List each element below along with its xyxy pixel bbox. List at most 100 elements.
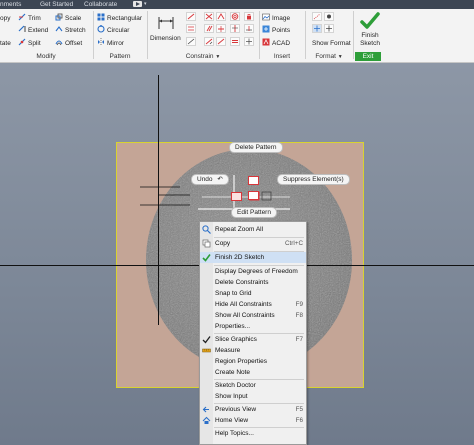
vertical-constraint-icon[interactable]	[216, 24, 226, 33]
menu-item-label: Previous View	[215, 406, 257, 413]
edit-pattern-button[interactable]: Edit Pattern	[231, 207, 277, 218]
lock-constraint-icon[interactable]	[244, 12, 254, 21]
menu-item-label: Show Input	[215, 393, 248, 400]
tab-collaborate[interactable]: Collaborate	[84, 0, 117, 9]
tab-get-started[interactable]: Get Started	[40, 0, 73, 9]
menu-item-label: Snap to Grid	[215, 290, 252, 297]
menu-item-repeat-zoom-all[interactable]: Repeat Zoom All	[200, 224, 306, 235]
stretch-button[interactable]: Stretch	[55, 25, 86, 36]
center-point-icon[interactable]	[324, 12, 334, 21]
menu-item-finish-2d-sketch[interactable]: Finish 2D Sketch	[200, 252, 306, 263]
equal-constraint-icon[interactable]	[230, 37, 240, 46]
mirror-label: Mirror	[107, 40, 124, 47]
smooth-constraint-icon[interactable]	[230, 12, 240, 21]
show-format-button[interactable]: Show Format	[312, 38, 351, 49]
construction-icon[interactable]	[312, 12, 322, 21]
menu-item-label: Show All Constraints	[215, 312, 275, 319]
format-label: Format	[315, 53, 336, 60]
offset-button[interactable]: Offset	[55, 38, 82, 49]
menu-item-show-input[interactable]: Show Input	[200, 391, 306, 402]
menu-item-label: Help Topics...	[215, 430, 254, 437]
perpendicular-constraint-icon[interactable]	[204, 37, 214, 46]
menu-item-snap-to-grid[interactable]: Snap to Grid	[200, 288, 306, 299]
mirror-button[interactable]: Mirror	[97, 38, 124, 49]
centerline-icon[interactable]	[312, 24, 322, 33]
format-panel-label[interactable]: Format ▼	[306, 52, 352, 61]
pattern-element-marker[interactable]	[248, 176, 259, 185]
symmetric-constraint-icon[interactable]	[230, 24, 240, 33]
stretch-label: Stretch	[65, 27, 86, 34]
context-menu: Repeat Zoom All Copy Ctrl+C Finish 2D Sk…	[199, 221, 307, 445]
fix-constraint-icon[interactable]	[204, 12, 214, 21]
title-bar: nments Get Started Collaborate ▾	[0, 0, 474, 9]
menu-item-properties[interactable]: Properties...	[200, 321, 306, 332]
insert-acad-button[interactable]: ACAD	[262, 38, 290, 49]
home-icon	[202, 416, 211, 424]
split-button[interactable]: Split	[18, 38, 41, 49]
points-label: Points	[272, 27, 291, 34]
coincident-constraint-icon[interactable]	[186, 12, 196, 21]
panel-divider	[353, 11, 354, 59]
dimension-label: Dimension	[150, 35, 181, 42]
constrain-panel-label[interactable]: Constrain ▼	[148, 52, 258, 61]
points-icon	[262, 25, 270, 33]
trim-button[interactable]: Trim	[18, 13, 41, 24]
show-constraints-icon[interactable]	[244, 24, 254, 33]
insert-image-button[interactable]: Image	[262, 13, 290, 24]
rectangular-pattern-button[interactable]: Rectangular	[97, 13, 142, 24]
scale-label: Scale	[65, 15, 82, 22]
copy-button[interactable]: opy	[0, 13, 10, 24]
suppress-elements-button[interactable]: Suppress Element(s)	[277, 174, 350, 185]
offset-label: Offset	[65, 40, 83, 47]
chevron-down-icon[interactable]: ▾	[144, 0, 147, 9]
scale-button[interactable]: Scale	[55, 13, 81, 24]
pattern-element-marker[interactable]	[248, 191, 259, 200]
insert-points-button[interactable]: Points	[262, 25, 290, 36]
menu-item-previous-view[interactable]: Previous View F5	[200, 404, 306, 415]
constraint-settings-icon[interactable]	[244, 37, 254, 46]
menu-item-slice-graphics[interactable]: Slice Graphics F7	[200, 334, 306, 345]
dimension-button[interactable]: Dimension	[149, 13, 183, 47]
menu-item-help-topics[interactable]: Help Topics...	[200, 428, 306, 439]
delete-pattern-button[interactable]: Delete Pattern	[229, 142, 283, 153]
exit-panel-label: Exit	[355, 52, 381, 61]
menu-item-sketch-doctor[interactable]: Sketch Doctor	[200, 380, 306, 391]
menu-item-show-all-constraints[interactable]: Show All Constraints F8	[200, 310, 306, 321]
split-label: Split	[28, 40, 41, 47]
menu-item-measure[interactable]: Measure	[200, 345, 306, 356]
undo-button[interactable]: Undo ↶	[191, 174, 229, 185]
video-camera-icon[interactable]	[133, 1, 142, 7]
stretch-icon	[55, 26, 63, 32]
menu-item-home-view[interactable]: Home View F6	[200, 415, 306, 426]
driven-dimension-icon[interactable]	[324, 24, 334, 33]
menu-item-create-note[interactable]: Create Note	[200, 367, 306, 378]
constrain-label: Constrain	[185, 53, 214, 60]
menu-item-delete-constraints[interactable]: Delete Constraints	[200, 277, 306, 288]
undo-icon: ↶	[217, 176, 223, 183]
menu-item-label: Delete Constraints	[215, 279, 269, 286]
collinear-constraint-icon[interactable]	[186, 24, 196, 33]
extend-button[interactable]: Extend	[18, 25, 48, 36]
menu-item-label: Repeat Zoom All	[215, 226, 264, 233]
menu-item-hide-all-constraints[interactable]: Hide All Constraints F9	[200, 299, 306, 310]
tab-comments[interactable]: nments	[0, 0, 21, 9]
finish-sketch-button[interactable]: Finish Sketch	[356, 10, 384, 50]
finish-label-line2: Sketch	[360, 40, 380, 47]
parallel-constraint-icon[interactable]	[204, 24, 214, 33]
menu-item-display-dof[interactable]: Display Degrees of Freedom	[200, 266, 306, 277]
concentric-constraint-icon[interactable]	[186, 37, 196, 46]
rectangular-label: Rectangular	[107, 15, 143, 22]
menu-item-label: Region Properties	[215, 358, 268, 365]
menu-item-region-properties[interactable]: Region Properties	[200, 356, 306, 367]
insert-panel-label: Insert	[273, 53, 291, 60]
menu-item-shortcut: F5	[295, 406, 303, 413]
horizontal-constraint-icon[interactable]	[216, 12, 226, 21]
pattern-element-marker[interactable]	[231, 192, 242, 201]
acad-label: ACAD	[272, 40, 291, 47]
menu-item-label: Create Note	[215, 369, 251, 376]
circular-pattern-button[interactable]: Circular	[97, 25, 129, 36]
tangent-constraint-icon[interactable]	[216, 37, 226, 46]
rotate-button[interactable]: tate	[0, 38, 11, 49]
checkmark-icon	[360, 12, 380, 29]
menu-item-copy[interactable]: Copy Ctrl+C	[200, 238, 306, 249]
